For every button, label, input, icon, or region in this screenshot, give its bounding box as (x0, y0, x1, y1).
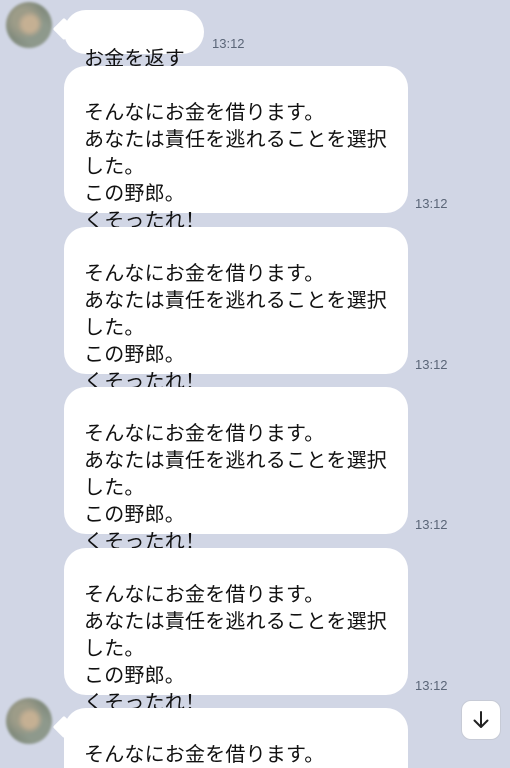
sender-avatar[interactable] (6, 698, 52, 744)
message-timestamp: 13:12 (212, 36, 245, 51)
message-text: そんなにお金を借ります。 あなたは責任を逃れることを選択 した。 この野郎。 く… (84, 582, 387, 714)
message-timestamp: 13:12 (415, 357, 448, 372)
message-bubble: そんなにお金を借ります。 あなたは責任を逃れることを選択 した。 この野郎。 く… (64, 387, 408, 553)
arrow-down-icon (473, 711, 489, 728)
message-bubble: そんなにお金を借ります。 あなたは責任を逃れることを選択 した。 この野郎。 く… (64, 227, 408, 393)
message-text: そんなにお金を借ります。 あなたは責任を逃れることを選択 した。 この野郎。 く… (84, 100, 387, 232)
scroll-to-bottom-button[interactable] (461, 700, 501, 740)
message-text: そんなにお金を借ります。 あなたは責任を逃れることを選択 した。 この野郎。 く… (84, 261, 387, 393)
message-bubble-partial: そんなにお金を借ります。 (64, 708, 408, 768)
message-text: そんなにお金を借ります。 (84, 742, 325, 766)
message-text: そんなにお金を借ります。 あなたは責任を逃れることを選択 した。 この野郎。 く… (84, 421, 387, 553)
message-timestamp: 13:12 (415, 517, 448, 532)
sender-avatar[interactable] (6, 2, 52, 48)
message-timestamp: 13:12 (415, 196, 448, 211)
message-bubble: そんなにお金を借ります。 あなたは責任を逃れることを選択 した。 この野郎。 く… (64, 548, 408, 714)
message-bubble-first: お金を返す (64, 10, 204, 70)
chat-area: お金を返す 13:12 そんなにお金を借ります。 あなたは責任を逃れることを選択… (0, 0, 510, 768)
message-bubble: そんなにお金を借ります。 あなたは責任を逃れることを選択 した。 この野郎。 く… (64, 66, 408, 232)
message-timestamp: 13:12 (415, 678, 448, 693)
